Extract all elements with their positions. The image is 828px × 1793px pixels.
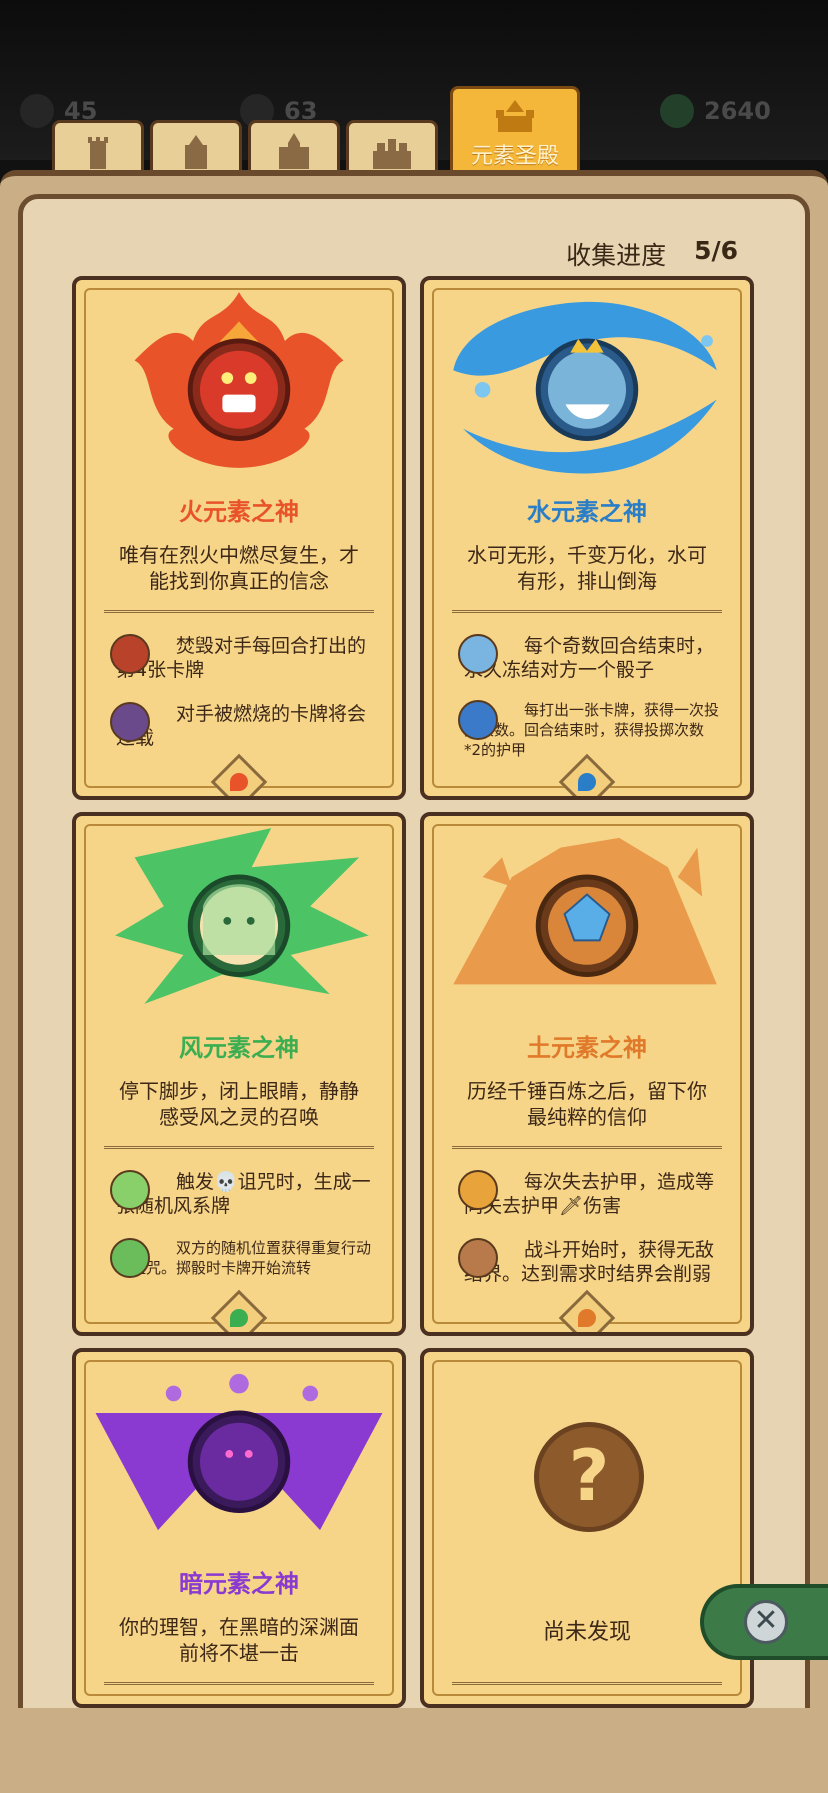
- ability-row: 战斗开始时，获得无敌结界。达到需求时结界会削弱: [458, 1238, 720, 1286]
- progress-count: 5/6: [694, 236, 738, 265]
- close-icon: ✕: [744, 1600, 788, 1644]
- shield-icon: [458, 700, 498, 740]
- armor-break-icon: [458, 1170, 498, 1210]
- card-divider: [104, 610, 374, 622]
- water-god-art: [453, 301, 717, 474]
- ability-row: 对手被燃烧的卡牌将会过载: [110, 702, 372, 750]
- card-divider: [452, 610, 722, 622]
- card-water-god[interactable]: 水元素之神 水可无形，千变万化，水可有形，排山倒海 每个奇数回合结束时，永久冻结…: [420, 276, 754, 800]
- gem-icon: [660, 94, 694, 128]
- ability-row: 每次失去护甲，造成等同失去护甲🗡伤害: [458, 1170, 720, 1218]
- earth-element-badge: [558, 1289, 616, 1332]
- card-title: 水元素之神: [527, 498, 647, 526]
- temple-icon: [496, 99, 534, 132]
- resource-counter-gems: 2640: [660, 92, 771, 130]
- water-element-badge: [558, 753, 616, 796]
- question-mark-icon: ?: [534, 1422, 644, 1532]
- card-divider: [452, 1146, 722, 1158]
- wind-god-art: [115, 828, 369, 1004]
- card-earth-god[interactable]: 土元素之神 历经千锤百炼之后，留下你最纯粹的信仰 每次失去护甲，造成等同失去护甲…: [420, 812, 754, 1336]
- ability-row: 双方的随机位置获得重复行动和诅咒。掷骰时卡牌开始流转: [110, 1238, 372, 1278]
- card-title: 风元素之神: [179, 1034, 299, 1062]
- panel-bottom: [0, 1708, 828, 1793]
- fortress-icon: [279, 132, 309, 169]
- close-button[interactable]: ✕: [700, 1584, 828, 1660]
- wind-swirl-icon: [110, 1238, 150, 1278]
- card-wind-god[interactable]: 风元素之神 停下脚步，闭上眼睛，静静感受风之灵的召唤 触发💀诅咒时，生成一张随机…: [72, 812, 406, 1336]
- wind-element-badge: [210, 1289, 268, 1332]
- fire-element-badge: [210, 753, 268, 796]
- card-fire-god[interactable]: 火元素之神 唯有在烈火中燃尽复生，才能找到你真正的信念 焚毁对手每回合打出的第4…: [72, 276, 406, 800]
- ability-row: 焚毁对手每回合打出的第4张卡牌: [110, 634, 372, 682]
- wind-card-icon: [110, 1170, 150, 1210]
- tab-label: 元素圣殿: [470, 143, 559, 169]
- fire-god-art: [134, 292, 344, 468]
- freeze-dice-icon: [458, 634, 498, 674]
- card-divider: [452, 1682, 722, 1694]
- card-description: 唯有在烈火中燃尽复生，才能找到你真正的信念: [119, 543, 359, 593]
- card-divider: [104, 1682, 374, 1694]
- ability-row: 每打出一张卡牌，获得一次投掷次数。回合结束时，获得投掷次数*2的护甲: [458, 700, 720, 760]
- fire-ability-icon: [110, 634, 150, 674]
- card-description: 水可无形，千变万化，水可有形，排山倒海: [467, 543, 707, 593]
- collection-progress: 收集进度 5/6: [566, 236, 738, 272]
- earth-god-art: [453, 837, 717, 985]
- palace-icon: [373, 138, 411, 169]
- card-title: 火元素之神: [179, 498, 299, 526]
- ability-row: 触发💀诅咒时，生成一张随机风系牌: [110, 1170, 372, 1218]
- castle-icon: [185, 134, 207, 169]
- burn-card-icon: [110, 702, 150, 742]
- card-title: 土元素之神: [527, 1034, 647, 1062]
- tower-icon: [88, 136, 108, 169]
- dark-god-art: [95, 1373, 383, 1531]
- progress-label: 收集进度: [566, 241, 667, 270]
- card-undiscovered[interactable]: ? 尚未发现: [420, 1348, 754, 1708]
- card-divider: [104, 1146, 374, 1158]
- card-description: 你的理智，在黑暗的深渊面前将不堪一击: [119, 1615, 359, 1665]
- ability-row: 每个奇数回合结束时，永久冻结对方一个骰子: [458, 634, 720, 682]
- card-description: 停下脚步，闭上眼睛，静静感受风之灵的召唤: [119, 1079, 359, 1129]
- level-icon: [20, 94, 54, 128]
- tab-element-temple[interactable]: 元素圣殿: [450, 86, 580, 176]
- barrier-icon: [458, 1238, 498, 1278]
- card-dark-god[interactable]: 暗元素之神 你的理智，在黑暗的深渊面前将不堪一击: [72, 1348, 406, 1708]
- card-title: 暗元素之神: [179, 1570, 299, 1598]
- card-description: 历经千锤百炼之后，留下你最纯粹的信仰: [467, 1079, 707, 1129]
